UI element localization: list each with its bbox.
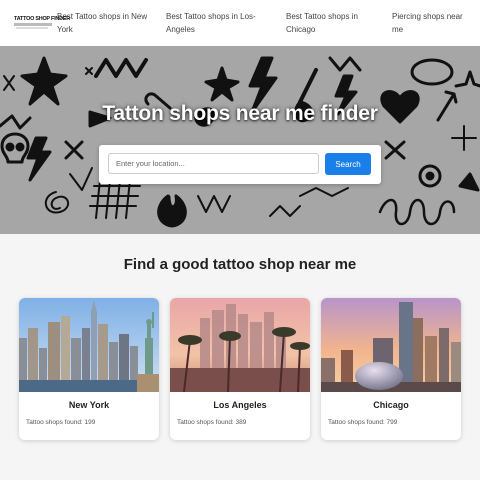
nav-link-piercing[interactable]: Piercing shops near me [392,11,472,36]
tattoo-doodle-background [0,56,480,228]
search-button[interactable]: Search [325,153,371,175]
logo-bar [14,23,52,26]
section-title: Find a good tattoo shop near me [123,256,357,273]
shop-count: Tattoo shops found: 389 [177,419,247,426]
city-card-new-york[interactable]: New York Tattoo shops found: 199 [19,298,159,440]
city-name: New York [68,400,110,410]
city-card-los-angeles[interactable]: Los Angeles Tattoo shops found: 389 [170,298,310,440]
hero-title: Tatton shops near me finder [102,102,378,125]
city-name: Los Angeles [213,400,267,410]
logo-bar [16,27,48,29]
site-logo[interactable]: TATTOO SHOP FINDER [14,16,70,30]
location-search-input[interactable] [108,153,319,174]
nav-link-los-angeles[interactable]: Best Tattoo shops in Los-Angeles [166,11,266,36]
shop-count: Tattoo shops found: 799 [328,419,398,426]
nav-link-chicago[interactable]: Best Tattoo shops in Chicago [286,11,376,36]
top-navbar: TATTOO SHOP FINDER Best Tattoo shops in … [0,0,480,46]
nav-link-new-york[interactable]: Best Tattoo shops in New York [57,11,157,36]
los-angeles-skyline-image [170,298,310,392]
city-name: Chicago [373,400,409,410]
shop-count: Tattoo shops found: 199 [26,419,96,426]
new-york-skyline-image [19,298,159,392]
city-card-chicago[interactable]: Chicago Tattoo shops found: 799 [321,298,461,440]
chicago-skyline-image [321,298,461,392]
hero-banner: Tatton shops near me finder Search [0,46,480,234]
